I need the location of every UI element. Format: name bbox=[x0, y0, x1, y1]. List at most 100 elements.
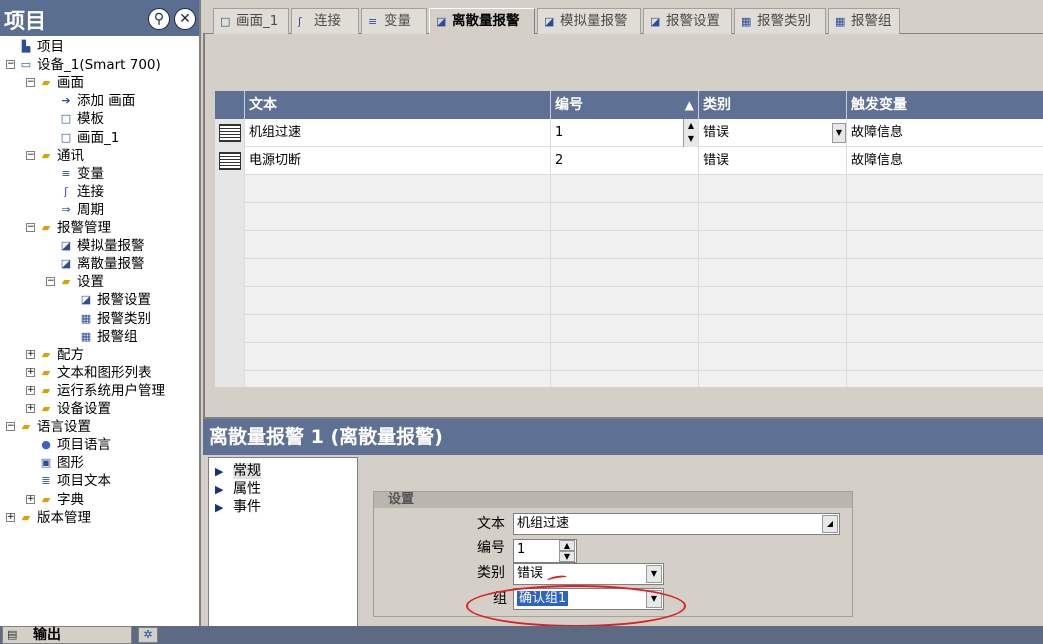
collapse-icon[interactable]: − bbox=[26, 150, 35, 160]
tab-connection[interactable]: ʃ 连接 bbox=[291, 8, 359, 34]
row-selector[interactable] bbox=[215, 231, 245, 259]
tree-item-label: 图形 bbox=[57, 455, 84, 472]
triangle-right-icon: ▶ bbox=[215, 465, 224, 478]
folder-icon: ▰ bbox=[21, 510, 31, 524]
row-selector-header bbox=[215, 91, 245, 119]
column-header-trigger-tag[interactable]: 触发变量 bbox=[847, 91, 1043, 119]
cell-value: 2 bbox=[555, 153, 564, 168]
table-row[interactable] bbox=[215, 343, 1043, 371]
tab-alarm-groups[interactable]: ▦ 报警组 bbox=[828, 8, 900, 34]
column-header-text[interactable]: 文本 bbox=[245, 91, 551, 119]
connection-icon: ʃ bbox=[298, 15, 302, 28]
output-label: 输出 bbox=[33, 627, 61, 643]
cell-text[interactable]: 电源切断 bbox=[245, 147, 551, 175]
cell-class bbox=[699, 315, 847, 343]
tree-item-label: 画面_1 bbox=[77, 129, 120, 146]
table-row[interactable] bbox=[215, 231, 1043, 259]
row-handle-icon bbox=[219, 152, 241, 170]
collapse-icon[interactable]: − bbox=[6, 422, 15, 432]
properties-nav-label: 属性 bbox=[233, 481, 261, 497]
alarm-settings-icon: ◪ bbox=[650, 15, 661, 28]
tab-alarm-classes[interactable]: ▦ 报警类别 bbox=[734, 8, 826, 34]
table-row[interactable] bbox=[215, 287, 1043, 315]
column-header-class[interactable]: 类别 bbox=[699, 91, 847, 119]
tab-label: 离散量报警 bbox=[452, 13, 520, 29]
expand-icon[interactable]: + bbox=[26, 367, 35, 377]
table-row[interactable]: 电源切断 2 错误 故障信息 bbox=[215, 147, 1043, 175]
row-selector[interactable] bbox=[215, 203, 245, 231]
row-selector[interactable] bbox=[215, 119, 245, 147]
tab-analog-alarm[interactable]: ◪ 模拟量报警 bbox=[537, 8, 641, 34]
class-dropdown[interactable]: 错误 ▼ bbox=[513, 563, 664, 585]
alarm-groups-icon: ▦ bbox=[835, 15, 846, 28]
close-icon[interactable]: ✕ bbox=[174, 8, 196, 30]
cell-class[interactable]: 错误 bbox=[699, 147, 847, 175]
analog-alarm-icon: ◪ bbox=[544, 15, 555, 28]
tab-tags[interactable]: ≡ 变量 bbox=[361, 8, 427, 34]
expand-icon[interactable]: + bbox=[26, 494, 35, 504]
row-selector[interactable] bbox=[215, 259, 245, 287]
row-selector[interactable] bbox=[215, 147, 245, 175]
expand-icon[interactable]: + bbox=[26, 404, 35, 413]
row-selector[interactable] bbox=[215, 343, 245, 371]
number-stepper[interactable]: 1 ▲ ▼ bbox=[513, 539, 577, 563]
properties-nav-item[interactable]: ▶ 事件 bbox=[215, 498, 261, 516]
collapse-icon[interactable]: − bbox=[26, 78, 35, 88]
number-spinner[interactable]: ▲ ▼ bbox=[683, 119, 698, 147]
tab-label: 报警设置 bbox=[666, 13, 720, 29]
tree-item-label: 连接 bbox=[77, 183, 104, 200]
table-row[interactable] bbox=[215, 203, 1043, 231]
chevron-down-icon[interactable]: ▼ bbox=[646, 565, 662, 583]
template-icon: □ bbox=[60, 112, 72, 126]
spin-up-icon[interactable]: ▲ bbox=[559, 540, 575, 551]
cell-text[interactable]: 机组过速 bbox=[245, 119, 551, 147]
tree-item-label: 变量 bbox=[77, 165, 104, 182]
output-bar: ▤ 输出 ✲ bbox=[0, 626, 1043, 644]
output-tab[interactable]: ▤ 输出 bbox=[2, 626, 132, 644]
collapse-icon[interactable]: − bbox=[6, 60, 15, 70]
column-header-number[interactable]: 编号 ▲ bbox=[551, 91, 699, 119]
properties-nav-item[interactable]: ▶ 常规 bbox=[215, 462, 261, 480]
cell-number[interactable]: 1 ▲ ▼ bbox=[551, 119, 699, 147]
tab-screen[interactable]: □ 画面_1 bbox=[213, 8, 289, 34]
row-selector[interactable] bbox=[215, 287, 245, 315]
cell-class bbox=[699, 371, 847, 387]
alarm-classes-icon: ▦ bbox=[80, 311, 92, 325]
expand-icon[interactable]: + bbox=[26, 349, 35, 359]
chevron-down-icon[interactable]: ▼ bbox=[832, 123, 846, 143]
row-selector[interactable] bbox=[215, 175, 245, 203]
cell-trigger[interactable]: 故障信息 bbox=[847, 147, 1043, 175]
pin-icon[interactable]: ⚲ bbox=[148, 8, 170, 30]
collapse-icon[interactable]: − bbox=[26, 223, 35, 232]
text-field[interactable]: 机组过速 ◢ bbox=[513, 513, 840, 535]
tree-item-label: 设置 bbox=[77, 274, 104, 291]
row-selector[interactable] bbox=[215, 371, 245, 387]
table-row[interactable] bbox=[215, 371, 1043, 387]
table-row[interactable]: 机组过速 1 ▲ ▼ 错误 ▼ 故障信息 bbox=[215, 119, 1043, 147]
collapse-icon[interactable]: − bbox=[46, 277, 55, 287]
expand-icon[interactable]: + bbox=[6, 512, 15, 522]
project-panel: 项目 ⚲ ✕ ▙ 项目 − ▭ 设备_1(Smart 700) − ▰ 画面 ➔ 添加 画面 □ 模板… bbox=[0, 0, 201, 626]
expand-icon[interactable]: + bbox=[26, 385, 35, 395]
table-row[interactable] bbox=[215, 315, 1043, 343]
cell-class[interactable]: 错误 ▼ bbox=[699, 119, 847, 147]
cell-value: 机组过速 bbox=[249, 125, 302, 140]
network-icon[interactable]: ✲ bbox=[138, 627, 158, 643]
cycle-icon: ⇒ bbox=[61, 202, 71, 216]
spin-down-icon[interactable]: ▼ bbox=[559, 551, 575, 562]
cell-number[interactable]: 2 bbox=[551, 147, 699, 175]
tab-discrete-alarm[interactable]: ◪ 离散量报警 bbox=[429, 8, 535, 35]
tab-label: 变量 bbox=[384, 13, 411, 29]
tab-alarm-settings[interactable]: ◪ 报警设置 bbox=[643, 8, 732, 34]
tree-item-label: 项目语言 bbox=[57, 437, 111, 454]
properties-nav-item[interactable]: ▶ 属性 bbox=[215, 480, 261, 498]
alarm-table: 文本 编号 ▲ 类别 触发变量 机组过速 1 ▲ ▼ 错误 ▼ 故障信息 电源切断 2 错误 故障信息 bbox=[215, 91, 1043, 387]
table-row[interactable] bbox=[215, 259, 1043, 287]
screen-icon: □ bbox=[60, 130, 72, 144]
folder-icon: ▰ bbox=[41, 402, 51, 415]
text-edit-button[interactable]: ◢ bbox=[822, 515, 838, 533]
cell-trigger[interactable]: 故障信息 bbox=[847, 119, 1043, 147]
table-row[interactable] bbox=[215, 175, 1043, 203]
row-selector[interactable] bbox=[215, 315, 245, 343]
cell-value: 错误 bbox=[703, 153, 730, 168]
